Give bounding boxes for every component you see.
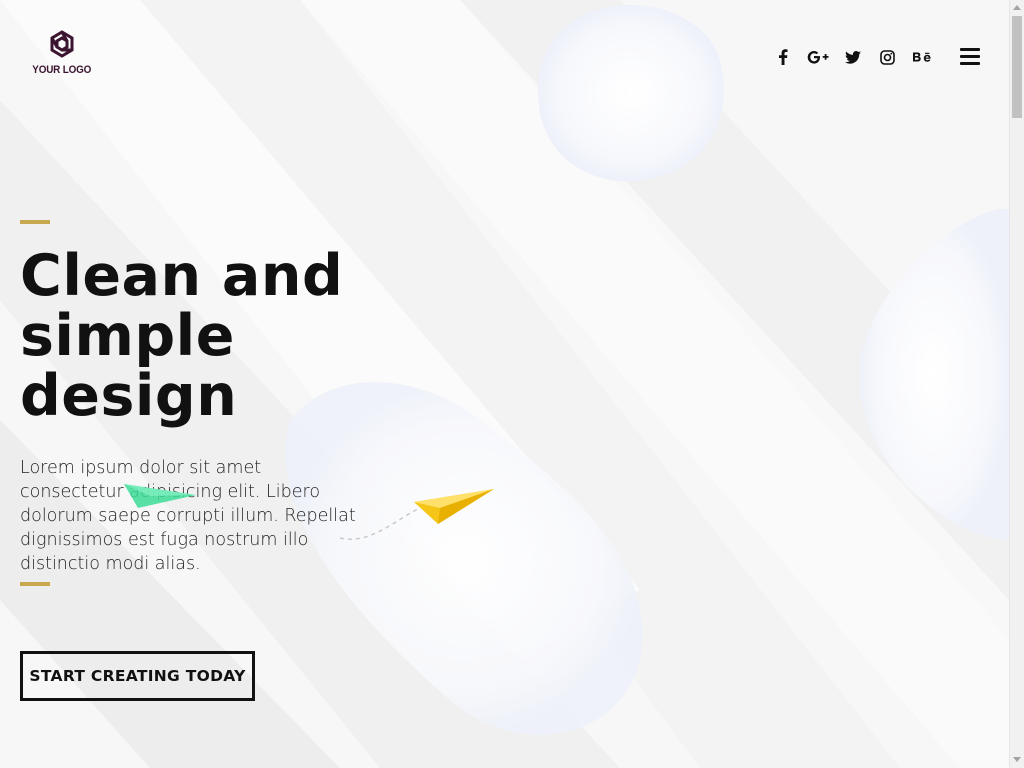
landing-page: YOUR LOGO Clean and simple design Lorem … bbox=[0, 0, 1024, 768]
instagram-icon[interactable] bbox=[870, 46, 905, 68]
logo[interactable]: YOUR LOGO bbox=[33, 29, 92, 81]
accent-line-top bbox=[20, 220, 50, 224]
twitter-icon[interactable] bbox=[835, 46, 870, 68]
green-paper-plane-icon bbox=[124, 484, 196, 508]
accent-line-bottom bbox=[20, 582, 50, 586]
social-links bbox=[765, 46, 940, 68]
scrollbar[interactable] bbox=[1009, 0, 1024, 768]
scrollbar-thumb[interactable] bbox=[1012, 16, 1022, 118]
yellow-paper-plane-icon bbox=[414, 489, 494, 524]
scroll-up-arrow-icon[interactable] bbox=[1013, 5, 1021, 10]
logo-text: YOUR LOGO bbox=[32, 64, 92, 76]
start-creating-button[interactable]: START CREATING TODAY bbox=[20, 651, 255, 701]
logo-mark-icon bbox=[50, 30, 74, 58]
hero-description: Lorem ipsum dolor sit amet consectetur a… bbox=[20, 458, 356, 574]
google-plus-icon[interactable] bbox=[800, 46, 835, 68]
hamburger-menu-icon[interactable] bbox=[960, 48, 980, 66]
behance-icon[interactable] bbox=[905, 46, 940, 68]
hero-title: Clean and simple design bbox=[20, 243, 344, 429]
scroll-down-arrow-icon[interactable] bbox=[1013, 757, 1021, 762]
facebook-icon[interactable] bbox=[765, 46, 800, 68]
